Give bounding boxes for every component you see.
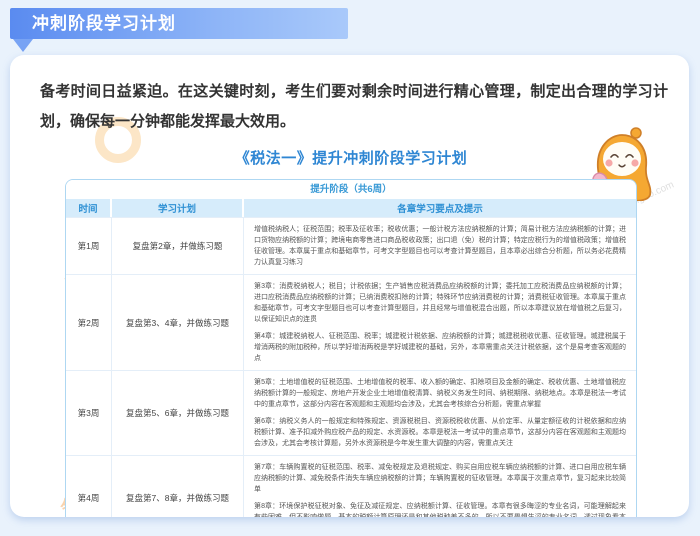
pointer-triangle-icon (13, 39, 33, 52)
points-paragraph: 第6章：纳税义务人的一般规定和特殊规定、资源税税目、资源税税收优惠、从价定率、从… (254, 416, 626, 449)
plan-label: 复盘第3、4章，并做练习题 (112, 275, 244, 370)
study-plan-table: 提升阶段（共6周） 时间 学习计划 各章学习要点及提示 第1周 复盘第2章，并做… (65, 179, 637, 517)
points-cell: 第7章：车辆购置税的征税范围、税率、减免税规定及退税规定、购买自用应税车辆应纳税… (244, 456, 636, 517)
plan-title: 《税法一》提升冲刺阶段学习计划 (65, 147, 637, 168)
points-paragraph: 第4章：城建税纳税人、征税范围、税率；城建税计税依据、应纳税额的计算；城建税税收… (254, 331, 626, 364)
content-card: 东奥会计在线 www.dongao.com 会计在线 www.dongao.co… (10, 55, 689, 517)
points-paragraph: 第8章：环境保护税征税对象、免征及减征规定、应纳税额计算、征收管理。本章有很多晦… (254, 501, 626, 517)
week-label: 第4周 (66, 456, 112, 517)
table-row-week4: 第4周 复盘第7、8章，并做练习题 第7章：车辆购置税的征税范围、税率、减免税规… (66, 455, 636, 517)
points-cell: 第3章：消费税纳税人；税目；计税依据；生产销售应税消费品应纳税额的计算；委托加工… (244, 275, 636, 370)
points-cell: 第5章：土地增值税的征税范围、土地增值税的税率、收入额的确定、扣除项目及金额的确… (244, 371, 636, 455)
points-cell: 增值税纳税人；征税范围；税率及征收率；税收优惠；一般计税方法应纳税额的计算；简易… (244, 218, 636, 274)
sprint-stage-title-badge: 冲刺阶段学习计划 (10, 8, 348, 39)
table-row-week3: 第3周 复盘第5、6章，并做练习题 第5章：土地增值税的征税范围、土地增值税的税… (66, 370, 636, 455)
column-header-time: 时间 (66, 199, 112, 217)
column-header-points: 各章学习要点及提示 (244, 199, 636, 217)
points-paragraph: 第5章：土地增值税的征税范围、土地增值税的税率、收入额的确定、扣除项目及金额的确… (254, 377, 626, 410)
intro-paragraph: 备考时间日益紧迫。在这关键时刻，考生们要对剩余时间进行精心管理，制定出合理的学习… (40, 77, 668, 137)
column-header-plan: 学习计划 (112, 199, 244, 217)
stage-header: 提升阶段（共6周） (66, 180, 636, 199)
points-paragraph: 增值税纳税人；征税范围；税率及征收率；税收优惠；一般计税方法应纳税额的计算；简易… (254, 224, 626, 268)
page-background: { "badge": { "title": "冲刺阶段学习计划" }, "int… (0, 0, 700, 536)
plan-label: 复盘第7、8章，并做练习题 (112, 456, 244, 517)
week-label: 第1周 (66, 218, 112, 274)
week-label: 第3周 (66, 371, 112, 455)
points-paragraph: 第7章：车辆购置税的征税范围、税率、减免税规定及退税规定、购买自用应税车辆应纳税… (254, 462, 626, 495)
points-paragraph: 第3章：消费税纳税人；税目；计税依据；生产销售应税消费品应纳税额的计算；委托加工… (254, 281, 626, 325)
plan-label: 复盘第2章，并做练习题 (112, 218, 244, 274)
table-column-header-row: 时间 学习计划 各章学习要点及提示 (66, 199, 636, 217)
plan-label: 复盘第5、6章，并做练习题 (112, 371, 244, 455)
table-row-week2: 第2周 复盘第3、4章，并做练习题 第3章：消费税纳税人；税目；计税依据；生产销… (66, 274, 636, 370)
table-row-week1: 第1周 复盘第2章，并做练习题 增值税纳税人；征税范围；税率及征收率；税收优惠；… (66, 217, 636, 274)
week-label: 第2周 (66, 275, 112, 370)
